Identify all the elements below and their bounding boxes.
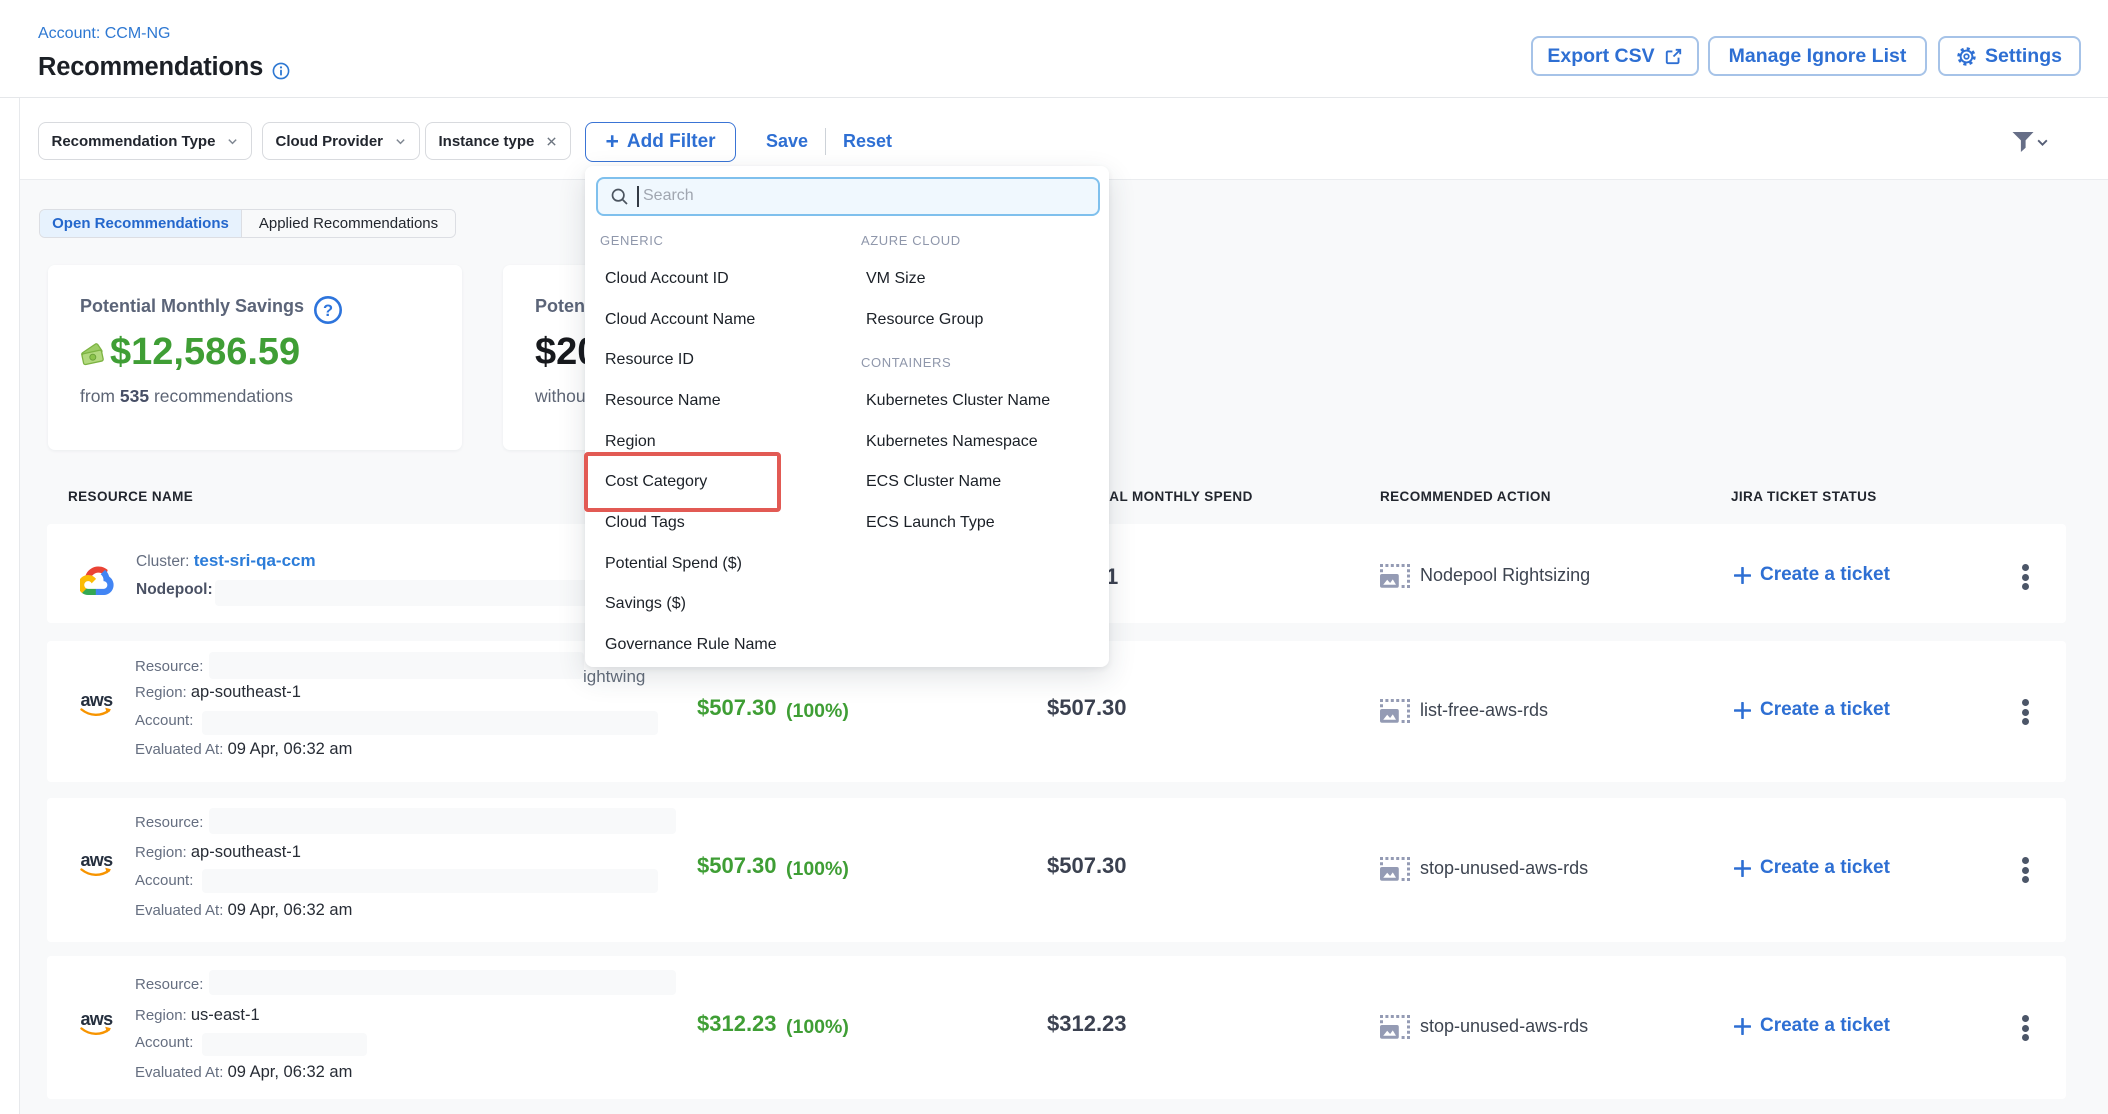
svg-text:aws: aws <box>81 851 114 870</box>
svg-text:aws: aws <box>81 691 114 710</box>
svg-text:aws: aws <box>81 1010 114 1029</box>
svg-text:?: ? <box>323 302 333 320</box>
